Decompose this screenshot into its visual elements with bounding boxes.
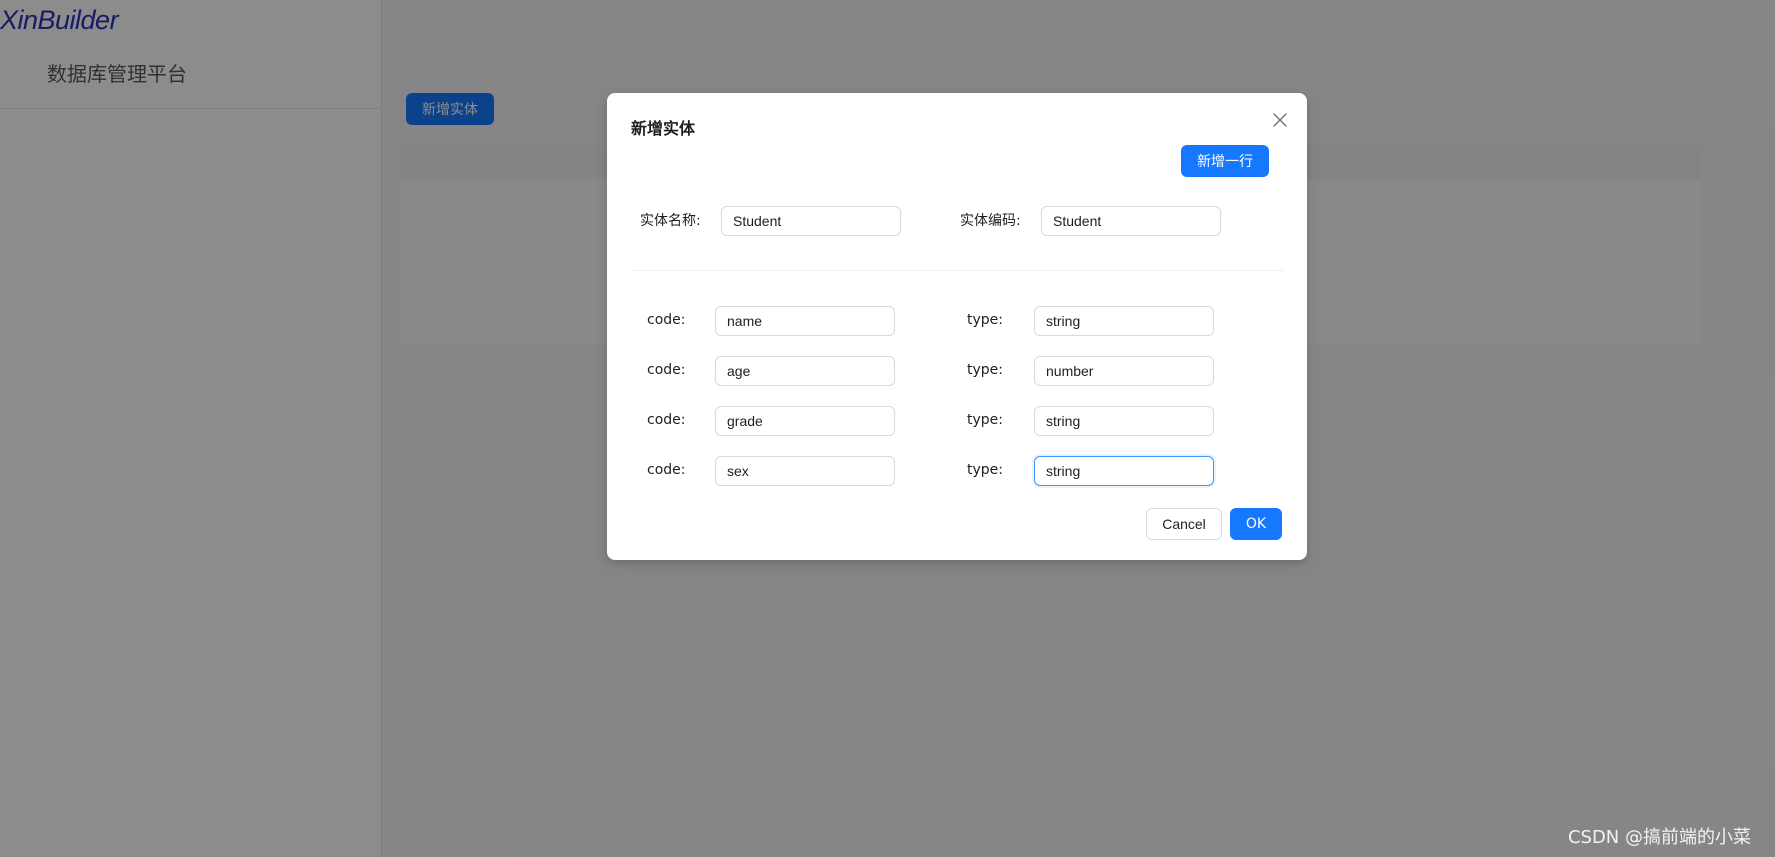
code-input[interactable] — [715, 456, 895, 486]
code-input[interactable] — [715, 356, 895, 386]
type-input[interactable] — [1034, 306, 1214, 336]
type-input[interactable] — [1034, 406, 1214, 436]
add-row-button[interactable]: 新增一行 — [1181, 145, 1269, 177]
entity-name-label: 实体名称: — [640, 213, 701, 229]
ok-button[interactable]: OK — [1230, 508, 1282, 540]
field-row: code: type: — [607, 456, 1307, 486]
type-input[interactable] — [1034, 356, 1214, 386]
entity-name-input[interactable] — [721, 206, 901, 236]
field-row: code: type: — [607, 406, 1307, 436]
code-input[interactable] — [715, 406, 895, 436]
type-label: type: — [967, 462, 1003, 478]
code-label: code: — [647, 462, 686, 478]
close-icon[interactable] — [1269, 109, 1291, 131]
field-row: code: type: — [607, 356, 1307, 386]
code-label: code: — [647, 362, 686, 378]
code-input[interactable] — [715, 306, 895, 336]
entity-code-label: 实体编码: — [960, 213, 1021, 229]
add-entity-modal: 新增实体 新增一行 实体名称: 实体编码: code: type: code: … — [607, 93, 1307, 560]
cancel-button[interactable]: Cancel — [1146, 508, 1222, 540]
type-label: type: — [967, 412, 1003, 428]
watermark: CSDN @搞前端的小菜 — [1567, 827, 1751, 848]
field-row: code: type: — [607, 306, 1307, 336]
code-label: code: — [647, 412, 686, 428]
type-input[interactable] — [1034, 456, 1214, 486]
type-label: type: — [967, 362, 1003, 378]
app-root: XinBuilder 数据库管理平台 新增实体 新增实体 新增一行 实体名称: … — [0, 0, 1775, 857]
code-label: code: — [647, 312, 686, 328]
modal-divider — [631, 270, 1283, 271]
entity-code-input[interactable] — [1041, 206, 1221, 236]
modal-title: 新增实体 — [631, 119, 696, 138]
type-label: type: — [967, 312, 1003, 328]
